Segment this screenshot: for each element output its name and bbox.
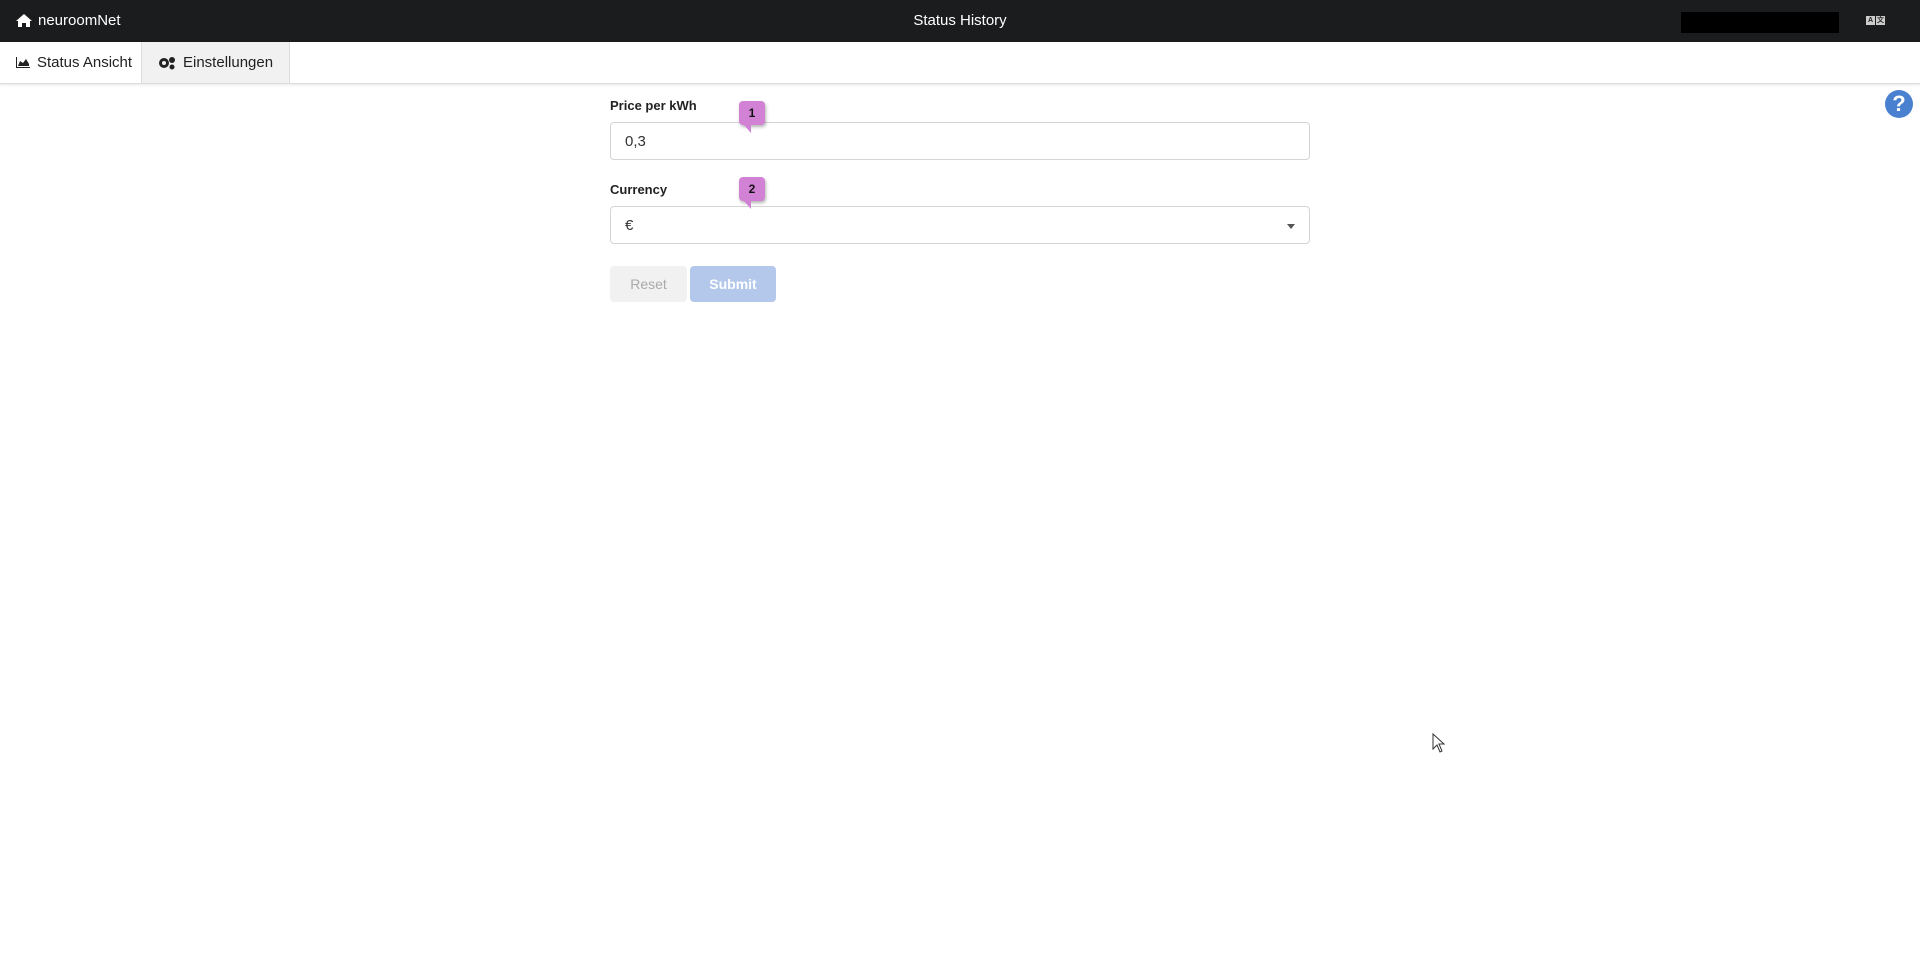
tab-label: Status Ansicht <box>37 54 133 71</box>
area-chart-icon <box>16 57 30 68</box>
price-per-kwh-input[interactable]: 0,3 <box>610 122 1310 160</box>
caret-down-icon <box>1287 224 1295 229</box>
gears-icon <box>159 56 175 69</box>
annotation-badge-1: 1 <box>739 101 765 133</box>
mouse-cursor-icon <box>1432 733 1446 753</box>
annotation-badge-2: 2 <box>739 177 765 209</box>
top-bar: neuroomNet Status History A文 <box>0 0 1920 42</box>
price-label: Price per kWh <box>610 98 697 113</box>
reset-button[interactable]: Reset <box>610 266 687 302</box>
tab-einstellungen[interactable]: Einstellungen <box>141 42 291 83</box>
translate-icon[interactable]: A文 <box>1866 16 1885 25</box>
submit-button[interactable]: Submit <box>690 266 776 302</box>
price-value: 0,3 <box>625 132 646 150</box>
tab-bar: Status Ansicht Einstellungen ? <box>0 42 1920 118</box>
settings-form: Price per kWh 0,3 Currency € Reset Submi… <box>610 98 1310 302</box>
page-title: Status History <box>913 12 1007 29</box>
tab-status-ansicht[interactable]: Status Ansicht <box>0 42 148 83</box>
currency-label: Currency <box>610 182 668 197</box>
redacted-area <box>1681 12 1839 33</box>
currency-value: € <box>625 216 634 234</box>
currency-select[interactable]: € <box>610 206 1310 244</box>
tab-label: Einstellungen <box>183 54 274 71</box>
question-circle-icon[interactable]: ? <box>1885 90 1913 118</box>
